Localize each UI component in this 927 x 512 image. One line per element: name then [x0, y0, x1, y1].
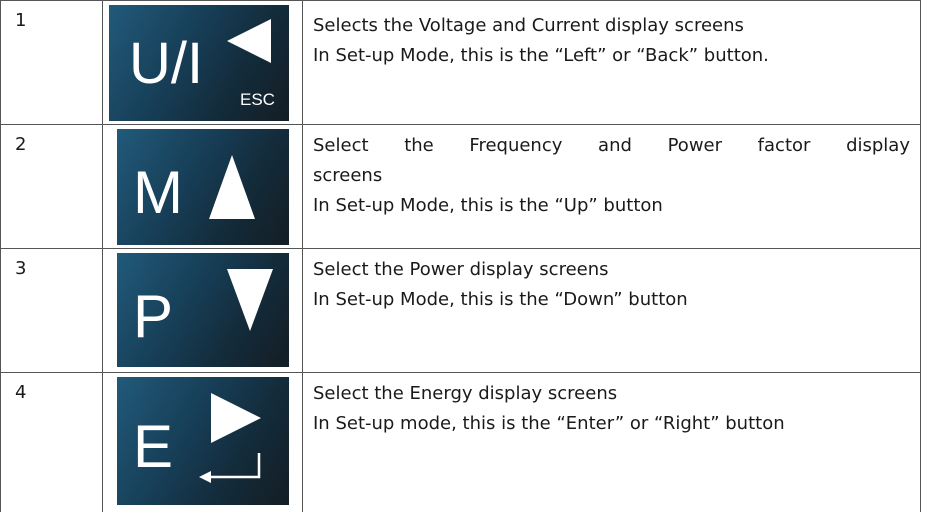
description-cell: Select the Energy display screens In Set… — [302, 372, 921, 512]
row-number: 1 — [0, 0, 103, 125]
description-line: In Set-up Mode, this is the “Left” or “B… — [313, 45, 769, 66]
enter-return-icon — [199, 453, 261, 483]
description-line: In Set-up Mode, this is the “Down” butto… — [313, 289, 688, 310]
p-button-image: P — [117, 253, 289, 367]
description-line: In Set-up Mode, this is the “Up” button — [313, 195, 663, 216]
button-image-cell: P — [102, 248, 303, 373]
description-line: Select the Power display screens — [313, 259, 609, 280]
esc-label: ESC — [240, 90, 275, 109]
button-label: U/I — [129, 31, 204, 96]
table-row: 2 M Select the Frequency and Power facto… — [0, 124, 921, 249]
button-image-cell: M — [102, 124, 303, 249]
button-label: P — [133, 283, 174, 350]
button-label: E — [133, 413, 174, 480]
ui-esc-button-image: U/I ESC — [109, 5, 289, 121]
description-cell: Selects the Voltage and Current display … — [302, 0, 921, 125]
table-row: 3 P Select the Power display screens In … — [0, 248, 921, 373]
button-label: M — [133, 159, 183, 226]
e-enter-button-image: E — [117, 377, 289, 505]
table-row: 1 U/I ESC Selects the Voltage and Curren… — [0, 0, 921, 125]
description-cell: Select the Frequency and Power factor di… — [302, 124, 921, 249]
description-line: Select the Frequency and Power factor di… — [313, 135, 910, 156]
m-button-image: M — [117, 129, 289, 245]
row-number: 3 — [0, 248, 103, 373]
up-arrow-icon — [209, 155, 255, 219]
right-arrow-icon — [211, 393, 261, 443]
description-cell: Select the Power display screens In Set-… — [302, 248, 921, 373]
table-row: 4 E Select the Energy display screens In… — [0, 372, 921, 512]
left-arrow-icon — [227, 19, 271, 63]
button-image-cell: U/I ESC — [102, 0, 303, 125]
row-number: 4 — [0, 372, 103, 512]
description-line: Select the Energy display screens — [313, 383, 618, 404]
button-function-table: 1 U/I ESC Selects the Voltage and Curren… — [0, 0, 921, 512]
button-image-cell: E — [102, 372, 303, 512]
description-line: screens — [313, 165, 383, 186]
down-arrow-icon — [227, 269, 273, 331]
row-number: 2 — [0, 124, 103, 249]
description-line: In Set-up mode, this is the “Enter” or “… — [313, 413, 785, 434]
description-line: Selects the Voltage and Current display … — [313, 15, 744, 36]
